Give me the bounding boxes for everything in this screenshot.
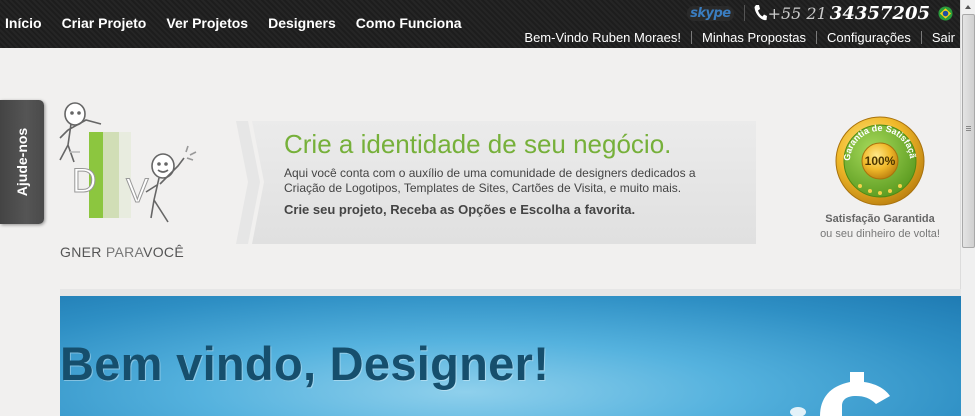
hero-border — [60, 289, 961, 296]
banner-description: Aqui você conta com o auxílio de uma com… — [284, 166, 696, 195]
seal-title: Satisfação Garantida — [825, 213, 935, 225]
logo-wordmark: GNER PARAVOCÊ — [60, 244, 184, 260]
guarantee-seal-icon: Garantia de Satisfação 100% — [834, 114, 925, 206]
phone-prefix: +55 21 — [767, 3, 827, 23]
phone-icon — [754, 5, 767, 21]
divider — [816, 31, 818, 44]
scroll-up-arrow-icon[interactable] — [961, 0, 975, 14]
configuracoes-link[interactable]: Configurações — [827, 30, 911, 45]
dollar-sign-icon — [790, 372, 890, 416]
banner-cta-text: Crie seu projeto, Receba as Opções e Esc… — [284, 202, 636, 217]
phone-number: 34357205 — [829, 2, 930, 24]
main-nav: Início Criar Projeto Ver Projetos Design… — [0, 0, 472, 48]
minhas-propostas-link[interactable]: Minhas Propostas — [702, 30, 806, 45]
grip-line — [966, 126, 971, 127]
svg-text:100%: 100% — [865, 154, 896, 168]
nav-criar-projeto[interactable]: Criar Projeto — [52, 0, 157, 48]
ajude-nos-tab[interactable]: Ajude-nos — [0, 100, 44, 224]
user-menu: Bem-Vindo Ruben Moraes! Minhas Propostas… — [524, 30, 955, 45]
nav-ver-projetos[interactable]: Ver Projetos — [156, 0, 258, 48]
ajude-nos-label: Ajude-nos — [14, 127, 30, 197]
seal-subtitle: ou seu dinheiro de volta! — [820, 228, 940, 240]
divider — [690, 31, 692, 44]
scroll-thumb[interactable] — [962, 14, 975, 248]
divider — [743, 5, 745, 21]
nav-como-funciona[interactable]: Como Funciona — [346, 0, 472, 48]
skype-icon[interactable]: skype — [687, 5, 734, 21]
hero-title: Bem vindo, Designer! — [60, 337, 550, 390]
divider — [920, 31, 922, 44]
vertical-scrollbar[interactable] — [960, 0, 975, 416]
svg-text:V: V — [126, 172, 149, 210]
designer-para-voce-logo[interactable]: D V — [56, 100, 206, 262]
top-navigation-bar: Início Criar Projeto Ver Projetos Design… — [0, 0, 961, 48]
grip-line — [966, 128, 971, 129]
brazil-flag-icon[interactable] — [938, 5, 953, 21]
contact-info: skype +55 21 34357205 — [687, 2, 953, 24]
svg-text:D: D — [72, 162, 97, 200]
nav-inicio[interactable]: Início — [0, 0, 52, 48]
grip-line — [966, 130, 971, 131]
sair-link[interactable]: Sair — [932, 30, 955, 45]
banner-title: Crie a identidade de seu negócio. — [284, 129, 672, 159]
nav-designers[interactable]: Designers — [258, 0, 346, 48]
welcome-text: Bem-Vindo Ruben Moraes! — [524, 30, 681, 45]
